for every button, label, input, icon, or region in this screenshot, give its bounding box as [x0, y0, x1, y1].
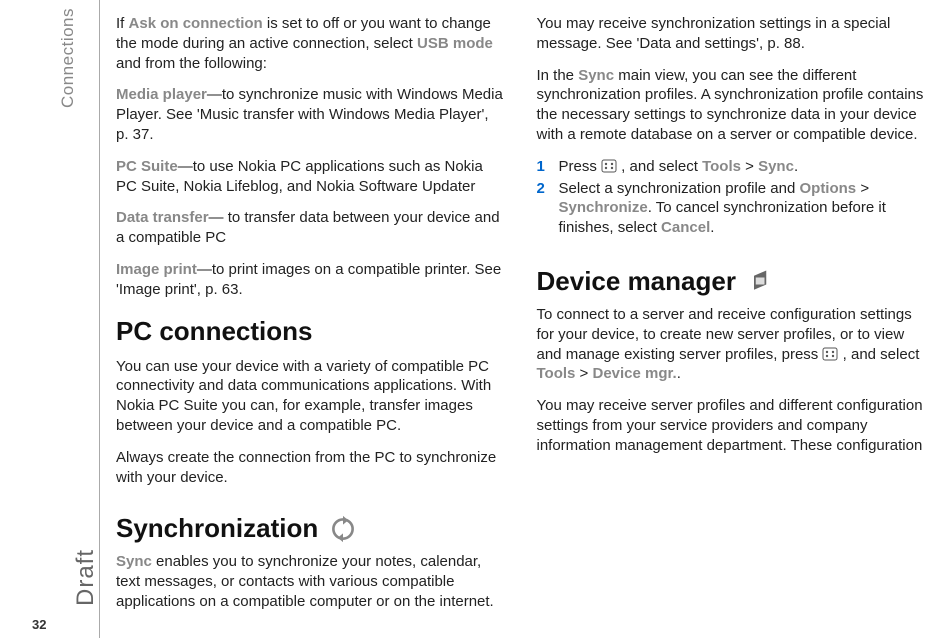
content-columns: If Ask on connection is set to off or yo…: [116, 14, 925, 624]
option-data-transfer: Data transfer— to transfer data between …: [116, 208, 505, 248]
intro-paragraph: If Ask on connection is set to off or yo…: [116, 14, 505, 73]
devmgr-p2: You may receive server profiles and diff…: [537, 396, 926, 455]
menu-key-icon: [822, 347, 838, 361]
sync-icon: [328, 515, 358, 543]
heading-pc-connections: PC connections: [116, 316, 505, 347]
heading-sync-row: Synchronization: [116, 499, 505, 552]
category-label: Connections: [58, 8, 78, 108]
sync-p3: In the Sync main view, you can see the d…: [537, 66, 926, 145]
watermark-label: Draft: [72, 549, 100, 606]
sync-steps: 1 Press , and select Tools > Sync. 2 Sel…: [537, 157, 926, 238]
page-number: 32: [32, 617, 46, 632]
menu-key-icon: [601, 159, 617, 173]
sync-p2: You may receive synchronization settings…: [537, 14, 926, 54]
pc-connections-p2: Always create the connection from the PC…: [116, 448, 505, 488]
device-manager-icon: [746, 267, 776, 295]
sync-p1: Sync enables you to synchronize your not…: [116, 552, 505, 611]
pc-connections-p1: You can use your device with a variety o…: [116, 357, 505, 436]
option-pc-suite: PC Suite—to use Nokia PC applications su…: [116, 157, 505, 197]
heading-devmgr-row: Device manager: [537, 252, 926, 305]
heading-device-manager: Device manager: [537, 266, 736, 297]
step-1: 1 Press , and select Tools > Sync.: [537, 157, 926, 177]
devmgr-p1: To connect to a server and receive confi…: [537, 305, 926, 384]
step-2: 2 Select a synchronization profile and O…: [537, 179, 926, 238]
sidebar: Connections Draft 32: [0, 0, 100, 638]
option-image-print: Image print—to print images on a compati…: [116, 260, 505, 300]
heading-synchronization: Synchronization: [116, 513, 318, 544]
option-media-player: Media player—to synchronize music with W…: [116, 85, 505, 144]
